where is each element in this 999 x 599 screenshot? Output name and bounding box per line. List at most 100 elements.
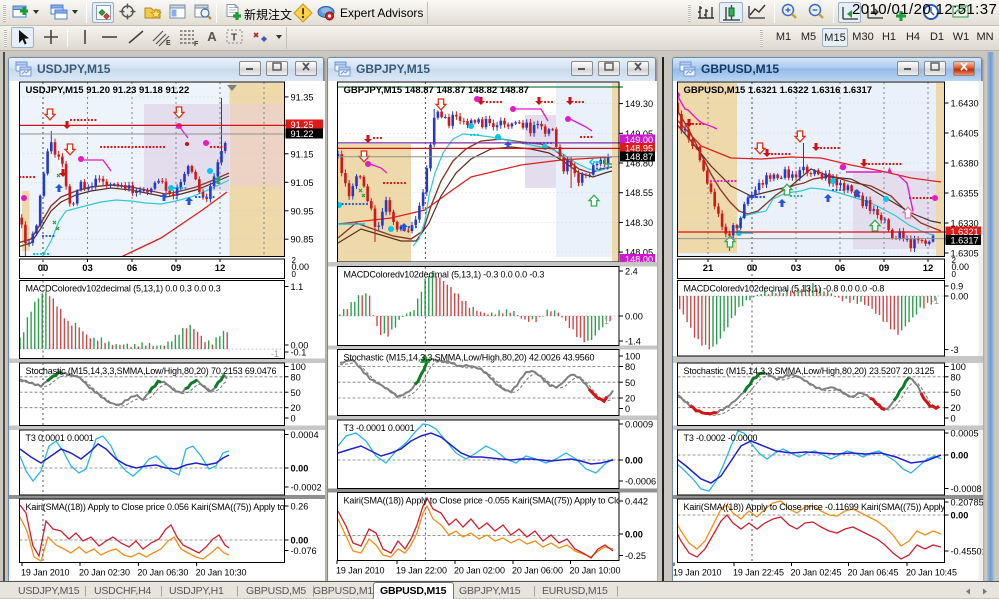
svg-text:Stochastic (M15,14,3,3,SMMA,Lo: Stochastic (M15,14,3,3,SMMA,Low/High,80,… [684,366,935,376]
svg-text:50: 50 [951,388,961,398]
svg-text:GBPJPY,M15 148.87 148.87 148.: GBPJPY,M15 148.87 148.87 148.82 148.87 [344,85,529,96]
svg-text:91.15: 91.15 [291,149,314,159]
svg-text:0.00: 0.00 [291,464,309,474]
svg-text:03: 03 [82,263,93,274]
svg-text:20: 20 [291,403,301,413]
svg-text:1.6430: 1.6430 [951,99,979,109]
svg-text:06: 06 [835,263,846,274]
svg-text:50: 50 [291,388,301,398]
svg-text:09: 09 [171,263,182,274]
svg-text:-1.4: -1.4 [625,337,641,347]
svg-text:MACDColoredv102decimal (5,13,1: MACDColoredv102decimal (5,13,1) 0.0 0.3 … [26,284,221,294]
svg-text:0: 0 [292,270,297,279]
svg-text:1.6405: 1.6405 [951,129,979,139]
svg-text:0.00: 0.00 [625,530,643,540]
svg-text:Kairi(SMA((18)) Apply to Close: Kairi(SMA((18)) Apply to Close price -0.… [344,496,626,506]
svg-text:0.442: 0.442 [625,497,648,507]
svg-text:148.87: 148.87 [625,152,653,162]
svg-text:19 Jan 2010: 19 Jan 2010 [21,568,70,578]
svg-text:T3 -0.0002 -0.0000: T3 -0.0002 -0.0000 [684,433,758,443]
svg-text:100: 100 [951,362,966,372]
svg-text:80: 80 [625,362,635,372]
svg-text:06: 06 [127,263,138,274]
svg-text:T3 0.0001 0.0001: T3 0.0001 0.0001 [26,433,94,443]
svg-text:12: 12 [923,263,934,274]
svg-text:1.6355: 1.6355 [951,189,979,199]
svg-text:Stochastic (M15,14,3,3,SMMA,Lo: Stochastic (M15,14,3,3,SMMA,Low/High,80,… [26,366,277,376]
svg-text:0: 0 [952,270,957,279]
svg-text:90.95: 90.95 [291,206,314,216]
svg-text:20 Jan 02:30: 20 Jan 02:30 [79,568,130,578]
svg-text:USDJPY,M15 91.20 91.23 91.18: USDJPY,M15 91.20 91.23 91.18 91.22 [26,85,190,96]
svg-text:GBPUSD,M15 1.6321 1.6322 1.63: GBPUSD,M15 1.6321 1.6322 1.6316 1.6317 [684,85,873,96]
svg-text:20 Jan 02:00: 20 Jan 02:00 [454,566,505,576]
svg-text:2.4: 2.4 [625,267,638,277]
svg-text:91.35: 91.35 [291,92,314,102]
svg-text:0: 0 [951,414,956,424]
svg-text:80: 80 [951,372,961,382]
svg-text:MACDColoredv102decimal (5,13,1: MACDColoredv102decimal (5,13,1) -0.3 0.0… [344,270,545,280]
svg-text:100: 100 [625,352,640,362]
svg-text:149.30: 149.30 [625,99,653,109]
svg-text:Kairi(SMA((18)) Apply to Close: Kairi(SMA((18)) Apply to Close price -0.… [684,502,951,512]
svg-text:0.00: 0.00 [951,511,969,521]
svg-text:-0.0006: -0.0006 [625,477,656,487]
svg-text:0.00: 0.00 [291,536,309,546]
svg-text:03: 03 [791,263,802,274]
svg-text:20 Jan 10:30: 20 Jan 10:30 [196,568,247,578]
svg-text:0.00: 0.00 [951,451,969,461]
svg-text:91.22: 91.22 [291,129,314,139]
svg-text:E: E [166,40,171,47]
svg-text:Kairi(SMA((18)) Apply to Close: Kairi(SMA((18)) Apply to Close price 0.0… [26,502,285,512]
svg-text:09: 09 [879,263,890,274]
svg-text:0.20785: 0.20785 [951,498,984,508]
svg-text:19 Jan 22:45: 19 Jan 22:45 [733,568,784,578]
svg-text:0.0004: 0.0004 [291,430,319,440]
svg-text:20 Jan 10:45: 20 Jan 10:45 [906,568,957,578]
svg-text:1.6317: 1.6317 [951,236,979,246]
svg-text:148.30: 148.30 [625,218,653,228]
svg-text:-1: -1 [931,296,939,306]
svg-text:-0.25: -0.25 [625,551,646,561]
svg-text:MACDColoredv102decimal (5,13,1: MACDColoredv102decimal (5,13,1) -0.8 0.0… [684,284,885,294]
svg-text:20 Jan 06:30: 20 Jan 06:30 [137,568,188,578]
svg-text:T3 -0.0001 0.0001: T3 -0.0001 0.0001 [344,423,415,433]
svg-text:80: 80 [291,372,301,382]
svg-text:19 Jan 22:00: 19 Jan 22:00 [396,566,447,576]
svg-text:Stochastic (M15,14,3,3,SMMA,Lo: Stochastic (M15,14,3,3,SMMA,Low/High,80,… [344,353,595,363]
svg-text:T: T [231,33,237,44]
svg-text:-3: -3 [951,345,959,355]
svg-text:20: 20 [951,403,961,413]
svg-text:50: 50 [625,378,635,388]
svg-text:0: 0 [291,414,296,424]
svg-text:19 Jan 2010: 19 Jan 2010 [336,566,385,576]
svg-text:20 Jan 02:45: 20 Jan 02:45 [791,568,842,578]
svg-text:90.85: 90.85 [291,235,314,245]
svg-text:100: 100 [291,362,306,372]
svg-text:0: 0 [625,404,630,414]
svg-text:0.00: 0.00 [951,292,969,302]
svg-text:-1: -1 [271,349,279,359]
svg-text:20 Jan 10:00: 20 Jan 10:00 [570,566,621,576]
svg-text:0.00: 0.00 [625,312,643,322]
svg-text:0.0005: 0.0005 [951,429,979,439]
svg-text:-0.0002: -0.0002 [291,483,322,493]
svg-text:12: 12 [215,263,226,274]
svg-text:0.9: 0.9 [951,282,964,292]
svg-text:F: F [194,41,199,47]
svg-text:0.00: 0.00 [625,456,643,466]
svg-text:1.6380: 1.6380 [951,159,979,169]
svg-text:-0.076: -0.076 [291,546,317,556]
svg-text:0.0009: 0.0009 [625,420,653,430]
svg-text:20 Jan 06:45: 20 Jan 06:45 [848,568,899,578]
svg-text:21: 21 [703,263,714,274]
svg-text:20 Jan 06:00: 20 Jan 06:00 [512,566,563,576]
svg-text:91.05: 91.05 [291,178,314,188]
svg-text:-1: -1 [601,316,609,326]
svg-text:20: 20 [625,394,635,404]
svg-text:-0.0008: -0.0008 [951,484,982,494]
svg-text:-0.1: -0.1 [291,348,307,358]
svg-text:1.1: 1.1 [291,282,304,292]
svg-text:-0.45501: -0.45501 [951,547,984,557]
svg-text:0.26: 0.26 [291,502,309,512]
